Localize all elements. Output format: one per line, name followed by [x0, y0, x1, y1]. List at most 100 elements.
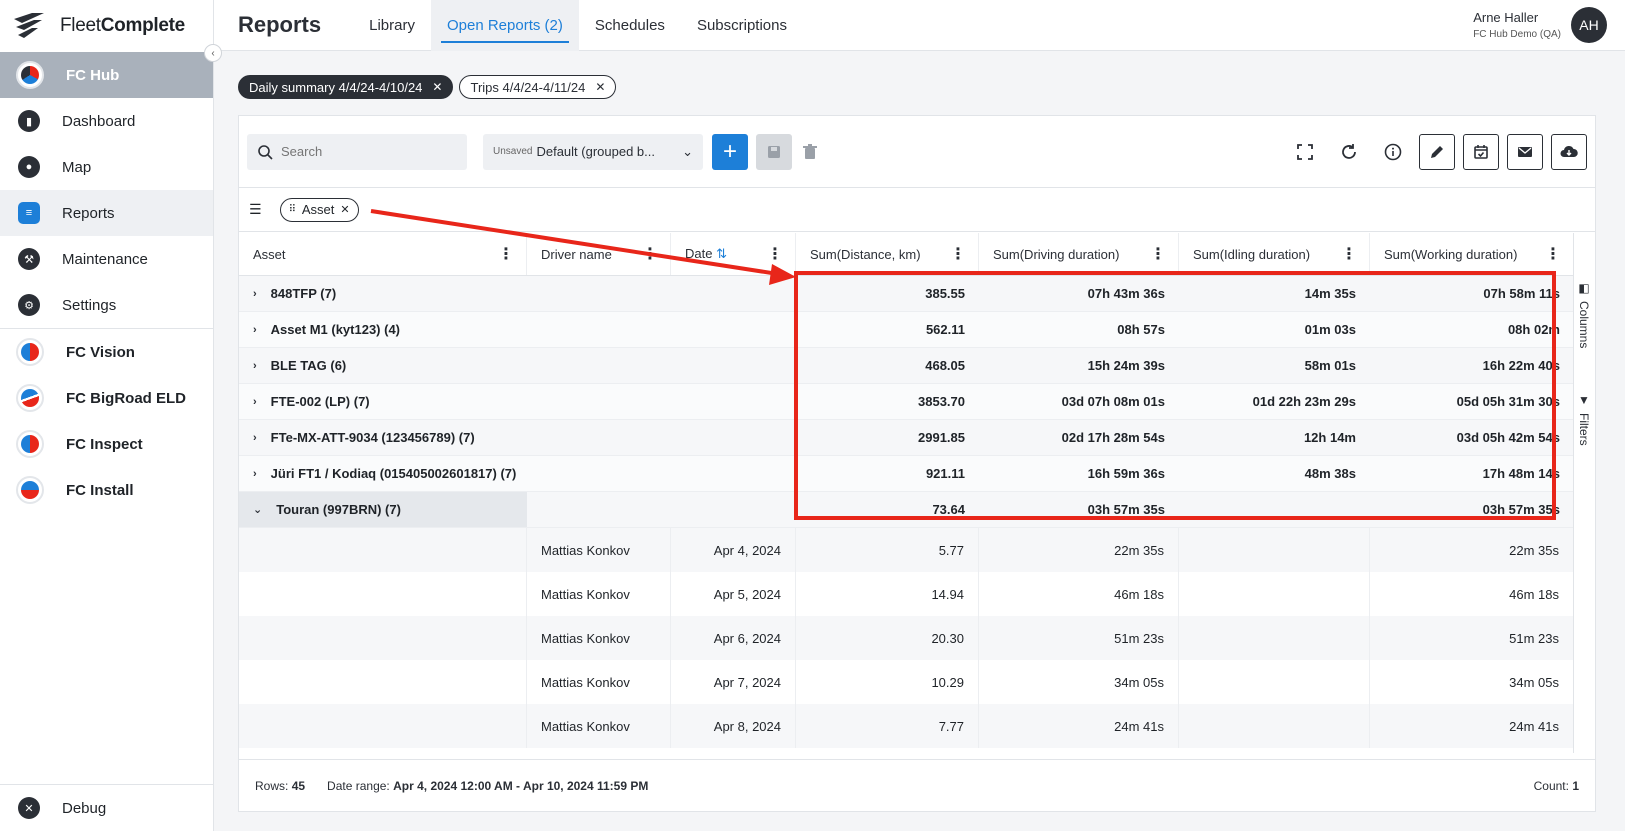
tab-subscriptions[interactable]: Subscriptions: [681, 0, 803, 51]
sidebar-item-settings[interactable]: ⚙ Settings: [0, 282, 213, 328]
chevron-right-icon[interactable]: ›: [253, 468, 257, 480]
trash-icon: [803, 143, 817, 159]
group-row[interactable]: › FTe-MX-ATT-9034 (123456789) (7) 2991.85…: [239, 420, 1574, 456]
chevron-right-icon[interactable]: ›: [253, 360, 257, 372]
sidebar-item-map[interactable]: ● Map: [0, 144, 213, 190]
detail-cell-idling: [1179, 528, 1370, 572]
group-cell-asset: › Asset M1 (kyt123) (4): [239, 312, 527, 347]
search-input[interactable]: [281, 144, 451, 159]
chevron-right-icon[interactable]: ›: [253, 288, 257, 300]
table-row[interactable]: Mattias Konkov Apr 5, 2024 14.94 46m 18s…: [239, 572, 1574, 616]
nav-debug[interactable]: ✕ Debug: [0, 785, 214, 831]
fullscreen-button[interactable]: [1287, 134, 1323, 170]
column-menu-icon[interactable]: ⋮: [767, 244, 783, 264]
column-menu-icon[interactable]: ⋮: [1341, 244, 1357, 264]
detail-cell-working: 34m 05s: [1370, 660, 1574, 704]
column-header-distance[interactable]: Sum(Distance, km) ⋮: [796, 233, 979, 275]
detail-cell-date: Apr 5, 2024: [671, 572, 796, 616]
detail-cell-idling: [1179, 572, 1370, 616]
dashboard-icon: ▮: [18, 110, 40, 132]
tab-open-reports[interactable]: Open Reports (2): [430, 0, 579, 51]
table-row[interactable]: Mattias Konkov Apr 4, 2024 5.77 22m 35s …: [239, 528, 1574, 572]
sidebar: FleetComplete ‹ FC Hub ▮ Dashboard ● Map…: [0, 0, 222, 831]
group-cell-driver: [527, 348, 671, 383]
group-cell-driver: [527, 312, 671, 347]
side-tab-filters[interactable]: ▼ Filters: [1577, 393, 1591, 446]
column-header-label: Sum(Distance, km): [810, 246, 921, 262]
list-tree-icon[interactable]: ☰: [249, 201, 262, 218]
close-icon[interactable]: ✕: [340, 203, 349, 216]
save-icon: [768, 145, 780, 158]
group-cell-driver: [527, 456, 671, 491]
table-row[interactable]: Mattias Konkov Apr 6, 2024 20.30 51m 23s…: [239, 616, 1574, 660]
group-row[interactable]: › Jüri FT1 / Kodiaq (015405002601817) (7)…: [239, 456, 1574, 492]
column-header-asset[interactable]: Asset ⋮: [239, 233, 527, 275]
view-select[interactable]: Unsaved Default (grouped b... ⌄: [483, 133, 703, 170]
sidebar-item-dashboard[interactable]: ▮ Dashboard: [0, 98, 213, 144]
nav-fc-install[interactable]: FC Install: [0, 467, 213, 513]
sidebar-item-label: Reports: [62, 204, 115, 222]
group-row-expanded[interactable]: ⌄ Touran (997BRN) (7) 73.64 03h 57m 35s 0…: [239, 492, 1574, 528]
column-header-date[interactable]: Date ⇅ ⋮: [671, 233, 796, 275]
group-cell-working: 16h 22m 40s: [1482, 358, 1560, 373]
group-cell-driver: [527, 384, 671, 419]
group-row[interactable]: › Asset M1 (kyt123) (4) 562.11 08h 57s 01…: [239, 312, 1574, 348]
column-header-driving[interactable]: Sum(Driving duration) ⋮: [979, 233, 1179, 275]
sort-ascending-icon[interactable]: ⇅: [716, 246, 727, 261]
report-chip-trips[interactable]: Trips 4/4/24-4/11/24 ✕: [459, 75, 617, 99]
close-icon[interactable]: ✕: [595, 80, 605, 94]
download-button[interactable]: [1551, 133, 1587, 170]
column-menu-icon[interactable]: ⋮: [950, 244, 966, 264]
side-tab-columns[interactable]: ◧ Columns: [1577, 281, 1591, 348]
nav-fc-bigroad-eld[interactable]: FC BigRoad ELD: [0, 375, 213, 421]
group-cell-driver: [527, 276, 671, 311]
column-header-driver[interactable]: Driver name ⋮: [527, 233, 671, 275]
nav-fc-inspect[interactable]: FC Inspect: [0, 421, 213, 467]
close-icon[interactable]: ✕: [432, 80, 442, 94]
table-row[interactable]: Mattias Konkov Apr 7, 2024 10.29 34m 05s…: [239, 660, 1574, 704]
tab-library[interactable]: Library: [353, 0, 431, 51]
logo[interactable]: FleetComplete: [0, 0, 213, 52]
column-menu-icon[interactable]: ⋮: [498, 244, 514, 264]
add-view-button[interactable]: +: [712, 133, 748, 170]
group-asset-label: FTe-MX-ATT-9034 (123456789) (7): [270, 430, 475, 445]
column-menu-icon[interactable]: ⋮: [1150, 244, 1166, 264]
column-header-label: Sum(Driving duration): [993, 246, 1120, 262]
table-row[interactable]: Mattias Konkov Apr 8, 2024 7.77 24m 41s …: [239, 704, 1574, 748]
nav-fc-hub[interactable]: FC Hub: [0, 52, 213, 98]
chevron-down-icon[interactable]: ⌄: [253, 503, 262, 516]
group-row[interactable]: › 848TFP (7) 385.55 07h 43m 36s 14m 35s 0…: [239, 276, 1574, 312]
avatar[interactable]: AH: [1571, 7, 1607, 43]
column-menu-icon[interactable]: ⋮: [642, 244, 658, 264]
user-menu[interactable]: Arne Haller FC Hub Demo (QA) AH: [1473, 7, 1607, 43]
chevron-right-icon[interactable]: ›: [253, 432, 257, 444]
delete-view-button[interactable]: [800, 134, 820, 170]
refresh-button[interactable]: [1331, 134, 1367, 170]
sidebar-item-reports[interactable]: ≡ Reports: [0, 190, 213, 236]
chevron-right-icon[interactable]: ›: [253, 396, 257, 408]
search-box: [247, 133, 467, 170]
nav-fc-vision[interactable]: FC Vision: [0, 329, 213, 375]
column-header-idling[interactable]: Sum(Idling duration) ⋮: [1179, 233, 1370, 275]
collapse-sidebar-button[interactable]: ‹: [204, 44, 222, 62]
grid-side-panel-tabs: ◧ Columns ▼ Filters: [1573, 233, 1595, 753]
email-button[interactable]: [1507, 133, 1543, 170]
sidebar-item-maintenance[interactable]: ⚒ Maintenance: [0, 236, 213, 282]
sidebar-item-label: Map: [62, 158, 92, 176]
group-row[interactable]: › BLE TAG (6) 468.05 15h 24m 39s 58m 01s …: [239, 348, 1574, 384]
report-chip-daily-summary[interactable]: Daily summary 4/4/24-4/10/24 ✕: [238, 75, 454, 99]
save-view-button[interactable]: [756, 133, 792, 170]
chevron-right-icon[interactable]: ›: [253, 324, 257, 336]
edit-button[interactable]: [1419, 133, 1455, 170]
page-title: Reports: [238, 12, 322, 37]
group-row[interactable]: › FTE-002 (LP) (7) 3853.70 03d 07h 08m 01…: [239, 384, 1574, 420]
nav-app-label: FC Inspect: [66, 435, 143, 453]
column-header-working[interactable]: Sum(Working duration) ⋮: [1370, 233, 1574, 275]
group-cell-distance: 2991.85: [918, 430, 965, 445]
group-asset-label: FTE-002 (LP) (7): [270, 394, 370, 409]
schedule-button[interactable]: [1463, 133, 1499, 170]
column-menu-icon[interactable]: ⋮: [1545, 244, 1561, 264]
info-button[interactable]: [1375, 134, 1411, 170]
tab-schedules[interactable]: Schedules: [579, 0, 681, 51]
group-chip-asset[interactable]: ⠿ Asset ✕: [279, 197, 359, 222]
